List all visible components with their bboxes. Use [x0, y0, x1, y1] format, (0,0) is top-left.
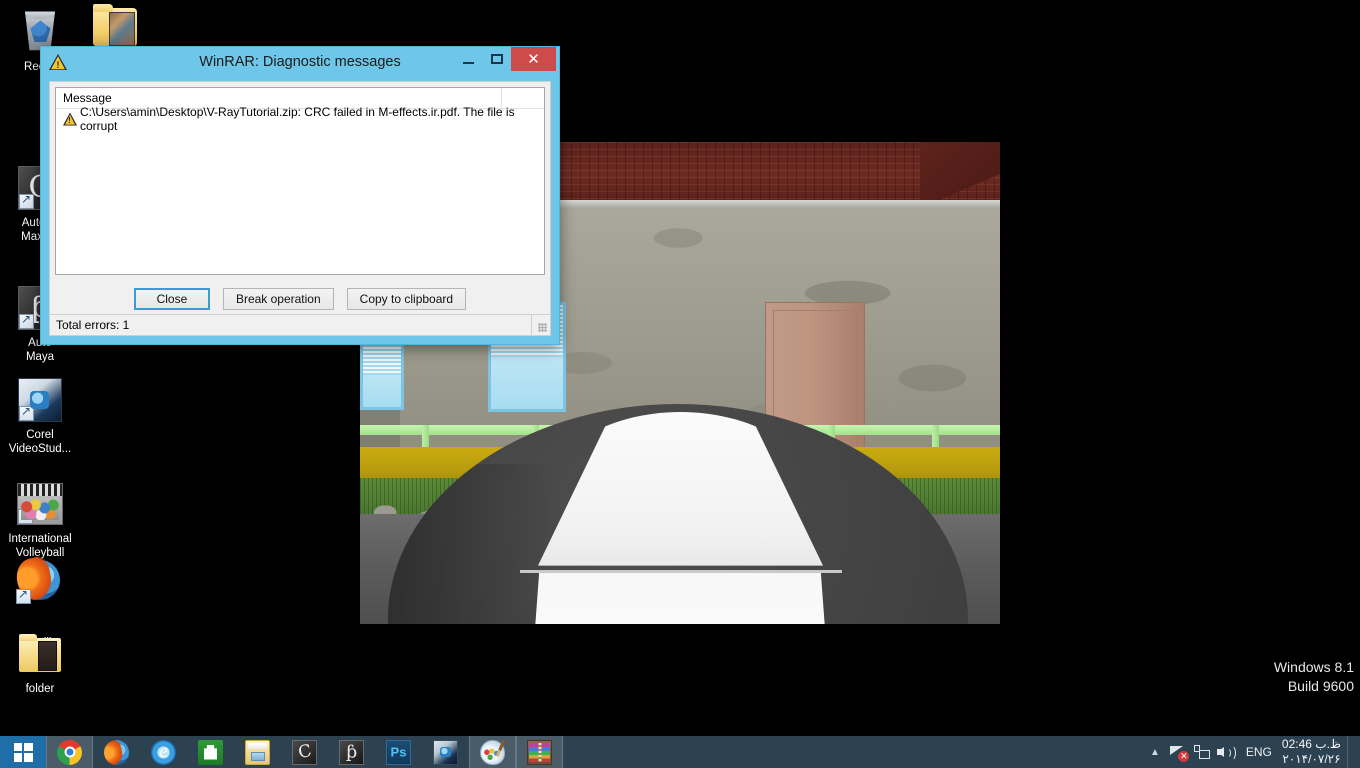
render-window-blinds	[363, 343, 401, 375]
desktop-screen: Recyc C Autode Max 20 ƥ	[0, 0, 1360, 768]
error-badge: ✕	[1178, 750, 1190, 762]
ball-shading	[388, 464, 558, 624]
language-indicator[interactable]: ENG	[1238, 745, 1280, 759]
status-text: Total errors: 1	[56, 318, 130, 332]
message-row[interactable]: ! C:\Users\amin\Desktop\V-RayTutorial.zi…	[56, 105, 544, 133]
taskbar-item-firefox[interactable]	[93, 736, 140, 768]
taskbar-item-maya[interactable]	[328, 736, 375, 768]
file-explorer-icon	[245, 739, 270, 765]
winrar-icon	[527, 739, 552, 765]
taskbar-item-corel[interactable]	[422, 736, 469, 768]
render-window-left	[360, 340, 404, 410]
windows-store-icon	[198, 739, 223, 765]
clock[interactable]: ظ.ب 02:46 ۲۰۱۴/۰۷/۲۶	[1280, 737, 1347, 767]
close-button[interactable]: Close	[133, 288, 210, 310]
system-tray: ▲ ✕ ENG ظ.ب 02:46 ۲۰۱۴/۰۷/۲۶	[1144, 736, 1360, 768]
close-window-button[interactable]: ✕	[511, 47, 556, 71]
dialog-button-row: Close Break operation Copy to clipboard	[50, 280, 550, 318]
folder-icon	[16, 630, 64, 678]
resize-grip[interactable]	[532, 315, 550, 335]
start-button[interactable]	[0, 736, 46, 768]
winrar-diagnostic-dialog[interactable]: ! WinRAR: Diagnostic messages ✕ Message …	[40, 46, 560, 345]
volume-icon	[1217, 745, 1237, 761]
network-icon	[1193, 745, 1210, 759]
window-controls: ✕	[453, 47, 559, 77]
warning-icon: !	[48, 52, 68, 72]
corel-videostudio-icon	[16, 348, 64, 422]
taskbar-item-winrar[interactable]	[516, 736, 563, 768]
copy-to-clipboard-button[interactable]: Copy to clipboard	[346, 288, 467, 310]
message-list[interactable]: Message ! C:\Users\amin\Desktop\V-RayTut…	[55, 87, 545, 275]
clock-date: ۲۰۱۴/۰۷/۲۶	[1282, 752, 1341, 766]
minimize-button[interactable]	[453, 47, 483, 71]
desktop-icon-folder[interactable]: folder	[3, 630, 77, 696]
taskbar-item-3dsmax[interactable]	[281, 736, 328, 768]
mozilla-firefox-icon	[13, 554, 64, 604]
taskbar-item-volume[interactable]	[1214, 736, 1238, 768]
taskbar-item-network-status[interactable]: ✕	[1166, 736, 1190, 768]
windows-build-watermark: Windows 8.1 Build 9600	[1274, 658, 1354, 696]
ball-panel-top	[538, 412, 823, 566]
ball-seam	[520, 570, 842, 573]
paint-icon	[480, 739, 505, 765]
windows-logo-icon	[13, 742, 33, 762]
clock-time: ظ.ب 02:46	[1281, 737, 1341, 751]
international-volleyball-icon	[16, 452, 64, 525]
taskbar-item-explorer[interactable]	[234, 736, 281, 768]
desktop-icon-label: folder	[25, 683, 55, 695]
autodesk-maya-icon	[339, 739, 364, 765]
taskbar-item-store[interactable]	[187, 736, 234, 768]
break-operation-button[interactable]: Break operation	[222, 288, 334, 310]
maximize-button[interactable]	[483, 47, 511, 71]
corel-videostudio-icon	[433, 739, 458, 765]
internet-explorer-icon	[151, 739, 176, 765]
taskbar-item-photoshop[interactable]	[375, 736, 422, 768]
watermark-line2: Build 9600	[1287, 678, 1354, 694]
dialog-body: Message ! C:\Users\amin\Desktop\V-RayTut…	[49, 81, 551, 336]
taskbar-items	[46, 736, 563, 768]
warning-icon: !	[62, 112, 77, 126]
network-error-icon: ✕	[1170, 745, 1190, 762]
taskbar-item-network-connection[interactable]	[1190, 736, 1214, 768]
ball-panel-bottom	[520, 572, 840, 624]
show-hidden-icons-button[interactable]: ▲	[1144, 747, 1166, 758]
autodesk-3ds-max-icon	[292, 739, 317, 765]
mozilla-firefox-icon	[104, 739, 129, 765]
adobe-photoshop-icon	[386, 739, 411, 765]
watermark-line1: Windows 8.1	[1273, 659, 1354, 675]
folder-pictures-icon	[91, 2, 139, 50]
google-chrome-icon	[57, 739, 82, 765]
dialog-status-bar: Total errors: 1	[50, 314, 550, 335]
dialog-title-bar[interactable]: ! WinRAR: Diagnostic messages ✕	[41, 47, 559, 77]
taskbar[interactable]: ▲ ✕ ENG ظ.ب 02:46 ۲۰۱۴/۰۷/۲۶	[0, 736, 1360, 768]
show-desktop-button[interactable]	[1347, 736, 1354, 768]
message-row-text: C:\Users\amin\Desktop\V-RayTutorial.zip:…	[80, 104, 515, 133]
taskbar-item-chrome[interactable]	[46, 736, 93, 768]
taskbar-item-ie[interactable]	[140, 736, 187, 768]
taskbar-item-paint[interactable]	[469, 736, 516, 768]
